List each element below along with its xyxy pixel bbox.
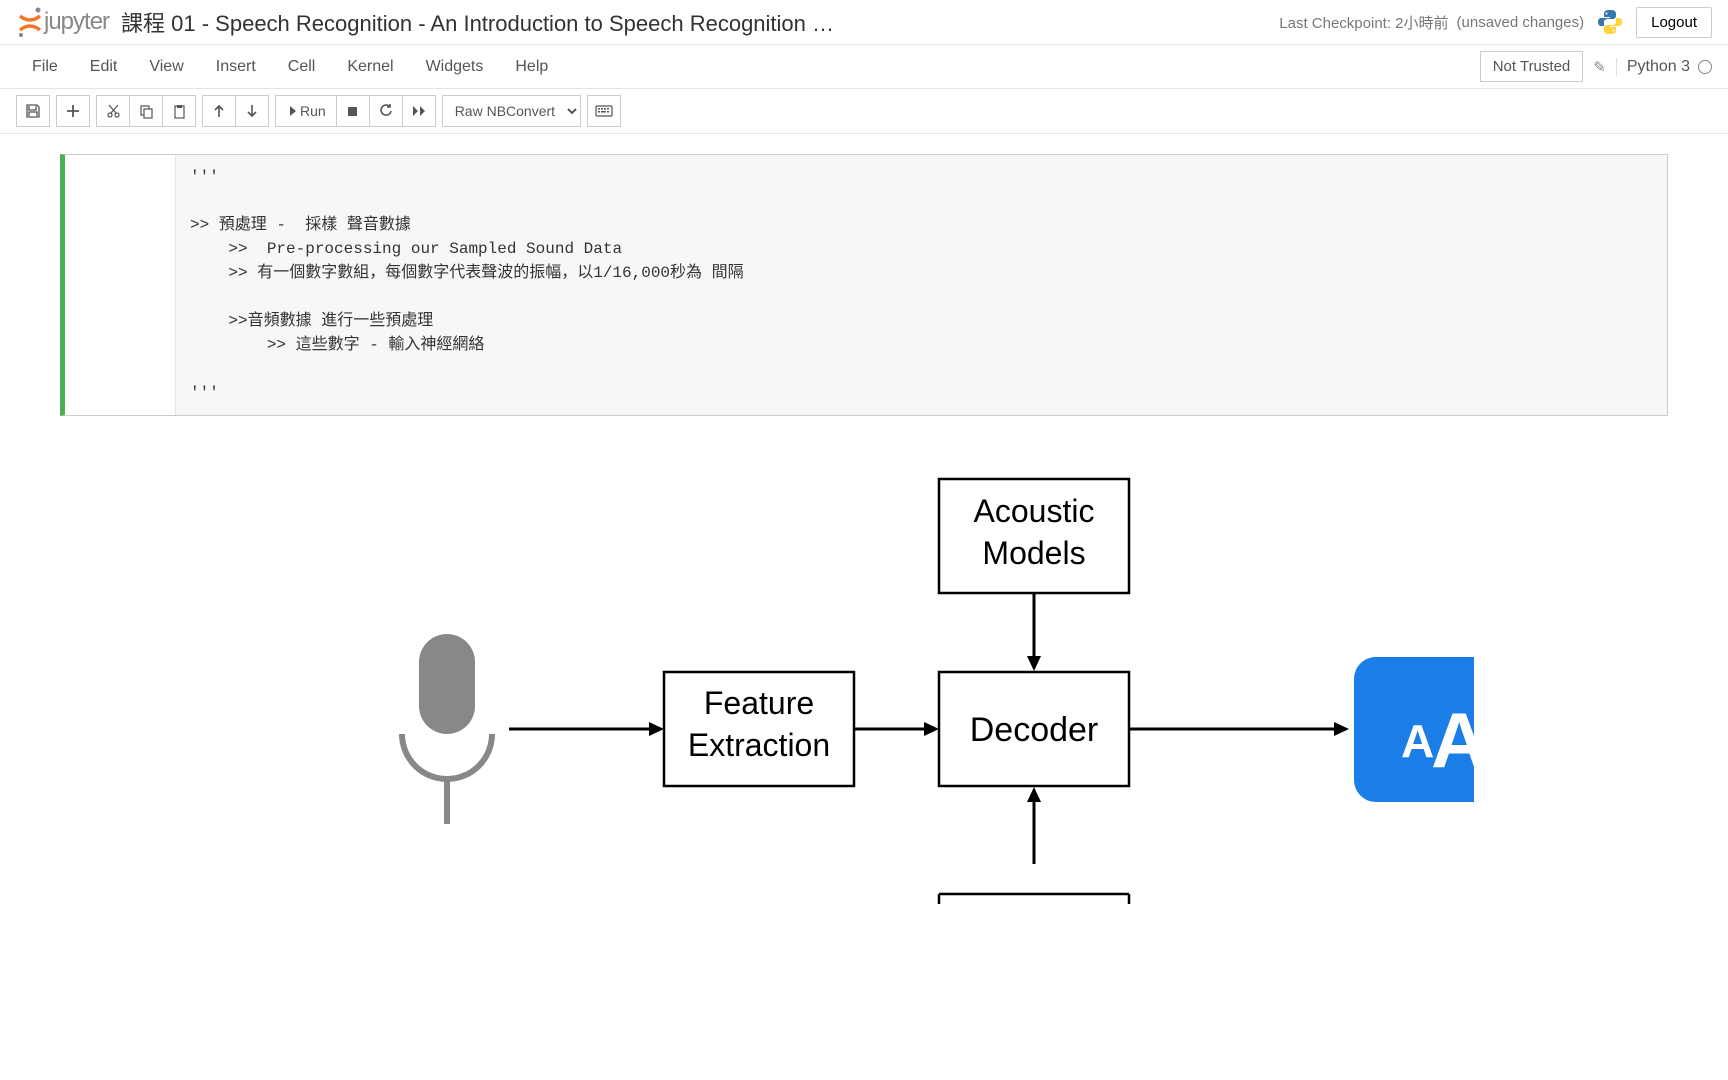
svg-text:Feature: Feature [704,685,814,721]
kernel-name: Python 3 [1627,58,1690,76]
save-button[interactable] [16,95,50,127]
microphone-icon [402,634,492,824]
code-cell[interactable]: ''' >> 預處理 - 採樣 聲音數據 >> Pre-processing o… [60,154,1668,416]
menu-kernel[interactable]: Kernel [331,48,409,86]
svg-text:Models: Models [982,535,1085,571]
move-up-button[interactable] [202,95,236,127]
copy-button[interactable] [129,95,163,127]
logout-button[interactable]: Logout [1636,7,1712,38]
run-label: Run [300,103,326,119]
menu-widgets[interactable]: Widgets [410,48,500,86]
run-button[interactable]: Run [275,95,337,127]
stop-button[interactable] [336,95,370,127]
menu-insert[interactable]: Insert [200,48,272,86]
cell-type-select[interactable]: Raw NBConvert [442,95,581,127]
logo-text: jupyter [44,8,109,36]
cell-output: Feature Extraction Acoustic Models Decod… [0,444,1728,904]
add-cell-button[interactable] [56,95,90,127]
checkpoint-text: Last Checkpoint: 2小時前 [1279,12,1448,33]
jupyter-logo[interactable]: jupyter [16,6,109,38]
menu-view[interactable]: View [133,48,199,86]
kernel-status-icon [1698,60,1712,74]
svg-text:A: A [1431,696,1474,784]
svg-text:Extraction: Extraction [688,727,830,763]
cell-prompt [65,155,175,415]
menu-file[interactable]: File [16,48,74,86]
python-icon [1596,8,1624,36]
svg-text:A: A [1401,715,1434,767]
pencil-icon[interactable]: ✎ [1593,58,1606,76]
trust-indicator[interactable]: Not Trusted [1480,51,1584,82]
svg-text:Acoustic: Acoustic [974,493,1095,529]
notebook-title[interactable]: 課程 01 - Speech Recognition - An Introduc… [121,6,834,38]
command-palette-button[interactable] [587,95,621,127]
menu-help[interactable]: Help [499,48,564,86]
restart-button[interactable] [369,95,403,127]
move-down-button[interactable] [235,95,269,127]
menu-edit[interactable]: Edit [74,48,134,86]
unsaved-changes-text: (unsaved changes) [1457,14,1585,31]
cut-button[interactable] [96,95,130,127]
paste-button[interactable] [162,95,196,127]
svg-text:Decoder: Decoder [970,711,1099,749]
menu-cell[interactable]: Cell [272,48,332,86]
cell-code[interactable]: ''' >> 預處理 - 採樣 聲音數據 >> Pre-processing o… [190,165,1653,405]
kernel-indicator[interactable]: Python 3 [1616,58,1712,76]
diagram-image: Feature Extraction Acoustic Models Decod… [274,464,1474,904]
fast-forward-button[interactable] [402,95,436,127]
